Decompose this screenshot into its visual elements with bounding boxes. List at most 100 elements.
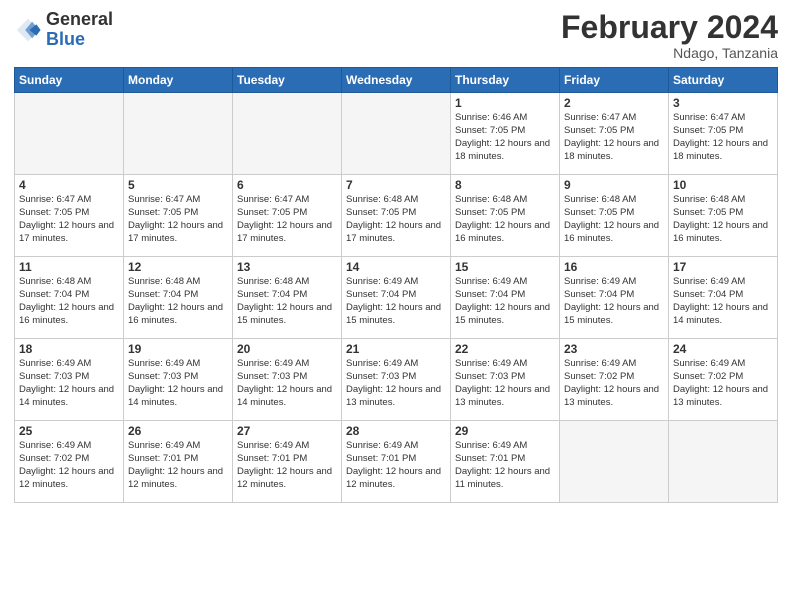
day-info: Sunrise: 6:48 AM Sunset: 7:04 PM Dayligh… (19, 276, 119, 327)
day-info: Sunrise: 6:49 AM Sunset: 7:03 PM Dayligh… (128, 358, 228, 409)
day-info: Sunrise: 6:48 AM Sunset: 7:05 PM Dayligh… (455, 194, 555, 245)
table-row: 2 Sunrise: 6:47 AM Sunset: 7:05 PM Daylig… (560, 93, 669, 175)
calendar-week-row: 11Sunrise: 6:48 AM Sunset: 7:04 PM Dayli… (15, 257, 778, 339)
day-info: Sunrise: 6:48 AM Sunset: 7:05 PM Dayligh… (673, 194, 773, 245)
table-row: 21 Sunrise: 6:49 AM Sunset: 7:03 PM Dayli… (342, 339, 451, 421)
table-row (669, 421, 778, 503)
day-number: 13 (237, 260, 337, 274)
day-info: Sunrise: 6:49 AM Sunset: 7:02 PM Dayligh… (19, 440, 119, 491)
day-number: 21 (346, 342, 446, 356)
table-row: 13 Sunrise: 6:48 AM Sunset: 7:04 PM Dayli… (233, 257, 342, 339)
day-number: 20 (237, 342, 337, 356)
day-number: 26 (128, 424, 228, 438)
day-info: Sunrise: 6:48 AM Sunset: 7:05 PM Dayligh… (564, 194, 664, 245)
day-info: Sunrise: 6:49 AM Sunset: 7:04 PM Dayligh… (673, 276, 773, 327)
col-tuesday: Tuesday (233, 68, 342, 93)
day-info: Sunrise: 6:48 AM Sunset: 7:04 PM Dayligh… (237, 276, 337, 327)
table-row (342, 93, 451, 175)
table-row: 18 Sunrise: 6:49 AM Sunset: 7:03 PM Dayli… (15, 339, 124, 421)
day-number: 14 (346, 260, 446, 274)
table-row: 16Sunrise: 6:49 AM Sunset: 7:04 PM Dayli… (560, 257, 669, 339)
day-number: 28 (346, 424, 446, 438)
logo-general-text: General (46, 10, 113, 30)
day-number: 29 (455, 424, 555, 438)
day-info: Sunrise: 6:47 AM Sunset: 7:05 PM Dayligh… (237, 194, 337, 245)
day-number: 16 (564, 260, 664, 274)
table-row: 28Sunrise: 6:49 AM Sunset: 7:01 PM Dayli… (342, 421, 451, 503)
day-number: 6 (237, 178, 337, 192)
logo-text: General Blue (46, 10, 113, 50)
table-row (233, 93, 342, 175)
table-row: 1 Sunrise: 6:46 AM Sunset: 7:05 PM Daylig… (451, 93, 560, 175)
day-number: 27 (237, 424, 337, 438)
table-row: 23Sunrise: 6:49 AM Sunset: 7:02 PM Dayli… (560, 339, 669, 421)
table-row: 7Sunrise: 6:48 AM Sunset: 7:05 PM Daylig… (342, 175, 451, 257)
month-year-title: February 2024 (561, 10, 778, 45)
day-number: 2 (564, 96, 664, 110)
col-sunday: Sunday (15, 68, 124, 93)
header: General Blue February 2024 Ndago, Tanzan… (14, 10, 778, 61)
col-wednesday: Wednesday (342, 68, 451, 93)
day-info: Sunrise: 6:47 AM Sunset: 7:05 PM Dayligh… (128, 194, 228, 245)
table-row: 25 Sunrise: 6:49 AM Sunset: 7:02 PM Dayli… (15, 421, 124, 503)
table-row: 9 Sunrise: 6:48 AM Sunset: 7:05 PM Daylig… (560, 175, 669, 257)
day-info: Sunrise: 6:49 AM Sunset: 7:03 PM Dayligh… (455, 358, 555, 409)
table-row: 27 Sunrise: 6:49 AM Sunset: 7:01 PM Dayli… (233, 421, 342, 503)
table-row: 3 Sunrise: 6:47 AM Sunset: 7:05 PM Daylig… (669, 93, 778, 175)
day-info: Sunrise: 6:49 AM Sunset: 7:02 PM Dayligh… (673, 358, 773, 409)
day-number: 4 (19, 178, 119, 192)
table-row: 20Sunrise: 6:49 AM Sunset: 7:03 PM Dayli… (233, 339, 342, 421)
table-row: 6 Sunrise: 6:47 AM Sunset: 7:05 PM Daylig… (233, 175, 342, 257)
day-number: 18 (19, 342, 119, 356)
page: General Blue February 2024 Ndago, Tanzan… (0, 0, 792, 612)
day-info: Sunrise: 6:48 AM Sunset: 7:05 PM Dayligh… (346, 194, 446, 245)
table-row: 17 Sunrise: 6:49 AM Sunset: 7:04 PM Dayli… (669, 257, 778, 339)
day-info: Sunrise: 6:49 AM Sunset: 7:04 PM Dayligh… (455, 276, 555, 327)
table-row (124, 93, 233, 175)
day-number: 5 (128, 178, 228, 192)
table-row: 15 Sunrise: 6:49 AM Sunset: 7:04 PM Dayli… (451, 257, 560, 339)
day-info: Sunrise: 6:47 AM Sunset: 7:05 PM Dayligh… (673, 112, 773, 163)
table-row: 8 Sunrise: 6:48 AM Sunset: 7:05 PM Daylig… (451, 175, 560, 257)
day-number: 19 (128, 342, 228, 356)
day-number: 17 (673, 260, 773, 274)
table-row: 11Sunrise: 6:48 AM Sunset: 7:04 PM Dayli… (15, 257, 124, 339)
day-number: 3 (673, 96, 773, 110)
day-info: Sunrise: 6:48 AM Sunset: 7:04 PM Dayligh… (128, 276, 228, 327)
calendar-week-row: 18 Sunrise: 6:49 AM Sunset: 7:03 PM Dayli… (15, 339, 778, 421)
day-number: 12 (128, 260, 228, 274)
day-info: Sunrise: 6:49 AM Sunset: 7:03 PM Dayligh… (19, 358, 119, 409)
day-info: Sunrise: 6:49 AM Sunset: 7:01 PM Dayligh… (237, 440, 337, 491)
table-row: 14 Sunrise: 6:49 AM Sunset: 7:04 PM Dayli… (342, 257, 451, 339)
day-number: 22 (455, 342, 555, 356)
day-number: 9 (564, 178, 664, 192)
day-info: Sunrise: 6:47 AM Sunset: 7:05 PM Dayligh… (564, 112, 664, 163)
table-row: 4 Sunrise: 6:47 AM Sunset: 7:05 PM Daylig… (15, 175, 124, 257)
calendar-table: Sunday Monday Tuesday Wednesday Thursday… (14, 67, 778, 503)
table-row: 19 Sunrise: 6:49 AM Sunset: 7:03 PM Dayli… (124, 339, 233, 421)
location-subtitle: Ndago, Tanzania (561, 45, 778, 61)
col-monday: Monday (124, 68, 233, 93)
table-row: 24Sunrise: 6:49 AM Sunset: 7:02 PM Dayli… (669, 339, 778, 421)
table-row: 22 Sunrise: 6:49 AM Sunset: 7:03 PM Dayli… (451, 339, 560, 421)
table-row: 29Sunrise: 6:49 AM Sunset: 7:01 PM Dayli… (451, 421, 560, 503)
day-info: Sunrise: 6:49 AM Sunset: 7:02 PM Dayligh… (564, 358, 664, 409)
day-number: 15 (455, 260, 555, 274)
day-info: Sunrise: 6:49 AM Sunset: 7:04 PM Dayligh… (346, 276, 446, 327)
day-number: 25 (19, 424, 119, 438)
title-section: February 2024 Ndago, Tanzania (561, 10, 778, 61)
table-row (15, 93, 124, 175)
day-info: Sunrise: 6:47 AM Sunset: 7:05 PM Dayligh… (19, 194, 119, 245)
calendar-week-row: 1 Sunrise: 6:46 AM Sunset: 7:05 PM Daylig… (15, 93, 778, 175)
logo-icon (14, 16, 42, 44)
table-row (560, 421, 669, 503)
calendar-week-row: 4 Sunrise: 6:47 AM Sunset: 7:05 PM Daylig… (15, 175, 778, 257)
day-info: Sunrise: 6:49 AM Sunset: 7:03 PM Dayligh… (346, 358, 446, 409)
table-row: 10Sunrise: 6:48 AM Sunset: 7:05 PM Dayli… (669, 175, 778, 257)
logo: General Blue (14, 10, 113, 50)
col-saturday: Saturday (669, 68, 778, 93)
day-info: Sunrise: 6:46 AM Sunset: 7:05 PM Dayligh… (455, 112, 555, 163)
day-number: 1 (455, 96, 555, 110)
col-friday: Friday (560, 68, 669, 93)
day-number: 8 (455, 178, 555, 192)
